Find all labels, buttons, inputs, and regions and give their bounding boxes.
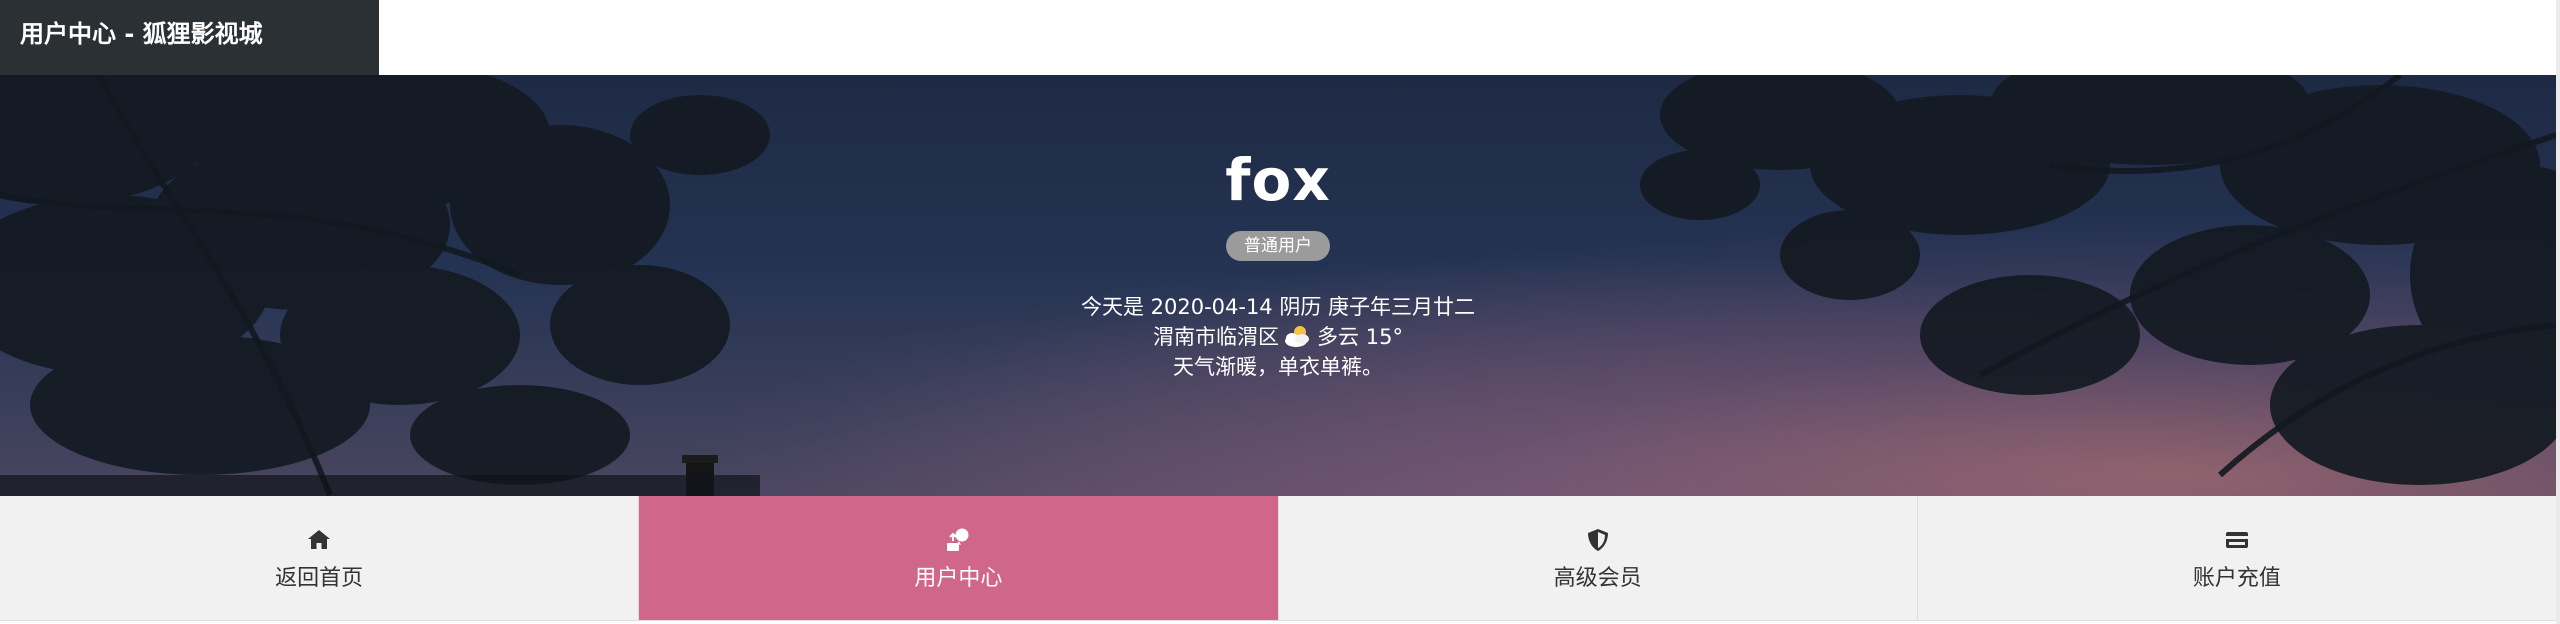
shield-icon [1587, 529, 1608, 551]
top-bar: 用户中心 - 狐狸影视城 [0, 0, 2560, 75]
date-line: 今天是 2020-04-14 阴历 庚子年三月廿二 [1080, 295, 1476, 319]
nav-item-label: 高级会员 [1553, 566, 1642, 591]
nav-item-label: 账户充值 [2192, 566, 2281, 591]
nav-item-recharge[interactable]: 账户充值 [1918, 496, 2556, 620]
greeting-info: 今天是 2020-04-14 阴历 庚子年三月廿二 渭南市临渭区 多云 15° … [0, 292, 2556, 382]
credit-card-icon [2225, 532, 2248, 548]
nav-item-label: 返回首页 [275, 566, 364, 591]
weather-text: 多云 15° [1317, 325, 1403, 349]
profile-banner: fox 普通用户 今天是 2020-04-14 阴历 庚子年三月廿二 渭南市临渭… [0, 75, 2556, 496]
nav-item-label: 用户中心 [914, 566, 1003, 591]
page: 用户中心 - 狐狸影视城 fox 普通用户 今天是 2020-04-14 阴历 … [0, 0, 2560, 624]
page-title: 用户中心 - 狐狸影视城 [0, 0, 379, 75]
user-center-icon [947, 528, 969, 551]
nav-item-user-center[interactable]: 用户中心 [639, 496, 1279, 620]
weather-line: 渭南市临渭区 多云 15° [0, 322, 2556, 352]
user-level-badge: 普通用户 [1226, 231, 1330, 261]
user-nav-bar: 返回首页 用户中心 高级会员 账户充值 [0, 496, 2556, 621]
nav-item-home[interactable]: 返回首页 [0, 496, 640, 620]
scrollbar-track[interactable] [2556, 0, 2560, 624]
partly-cloudy-icon [1285, 326, 1310, 347]
home-icon [308, 530, 331, 549]
username: fox [1225, 146, 1331, 214]
nav-item-premium[interactable]: 高级会员 [1279, 496, 1918, 620]
profile-info: fox 普通用户 今天是 2020-04-14 阴历 庚子年三月廿二 渭南市临渭… [0, 75, 2556, 496]
location-text: 渭南市临渭区 [1153, 325, 1280, 349]
weather-tip: 天气渐暖，单衣单裤。 [1173, 355, 1383, 379]
